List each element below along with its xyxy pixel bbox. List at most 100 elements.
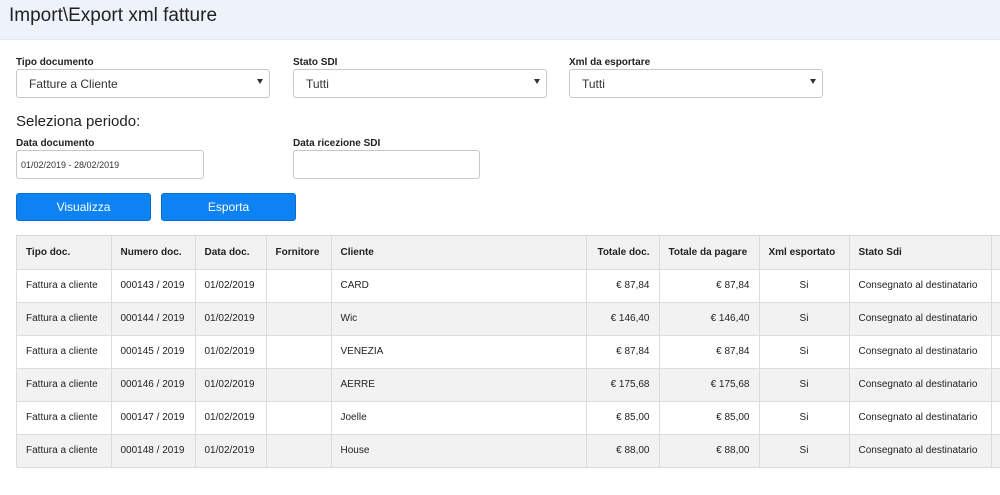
cell-extra	[991, 434, 1000, 468]
cell-xml-esportato: Si	[759, 335, 850, 369]
chevron-down-icon	[810, 79, 816, 84]
cell-tipo-doc: Fattura a cliente	[17, 269, 112, 303]
table-header-row: Tipo doc. Numero doc. Data doc. Fornitor…	[17, 236, 1000, 270]
cell-numero-doc: 000146 / 2019	[111, 368, 196, 402]
tipo-documento-value: Fatture a Cliente	[29, 77, 118, 91]
column-header-numero-doc[interactable]: Numero doc.	[111, 236, 196, 270]
cell-extra	[991, 401, 1000, 435]
cell-cliente: VENEZIA	[331, 335, 587, 369]
column-header-totale-da-pagare[interactable]: Totale da pagare	[659, 236, 760, 270]
stato-sdi-select[interactable]: Tutti	[293, 69, 547, 98]
cell-totale-da-pagare: € 175,68	[659, 368, 760, 402]
cell-tipo-doc: Fattura a cliente	[17, 302, 112, 336]
cell-data-doc: 01/02/2019	[195, 434, 267, 468]
column-header-fornitore[interactable]: Fornitore	[266, 236, 332, 270]
column-header-tipo-doc[interactable]: Tipo doc.	[17, 236, 112, 270]
cell-xml-esportato: Si	[759, 434, 850, 468]
cell-numero-doc: 000143 / 2019	[111, 269, 196, 303]
column-header-xml-esportato[interactable]: Xml esportato	[759, 236, 850, 270]
xml-da-esportare-value: Tutti	[582, 77, 605, 91]
cell-fornitore	[266, 335, 332, 369]
cell-stato-sdi: Consegnato al destinatario	[849, 269, 992, 303]
cell-cliente: AERRE	[331, 368, 587, 402]
cell-extra	[991, 302, 1000, 336]
table-row[interactable]: Fattura a cliente 000144 / 2019 01/02/20…	[17, 302, 1000, 336]
data-documento-value: 01/02/2019 - 28/02/2019	[21, 160, 120, 170]
cell-totale-doc: € 87,84	[586, 335, 660, 369]
cell-stato-sdi: Consegnato al destinatario	[849, 368, 992, 402]
table-row[interactable]: Fattura a cliente 000148 / 2019 01/02/20…	[17, 434, 1000, 468]
cell-tipo-doc: Fattura a cliente	[17, 368, 112, 402]
cell-fornitore	[266, 368, 332, 402]
column-header-cliente[interactable]: Cliente	[331, 236, 587, 270]
table-row[interactable]: Fattura a cliente 000146 / 2019 01/02/20…	[17, 368, 1000, 402]
top-bar: Import\Export xml fatture	[0, 0, 1000, 40]
cell-stato-sdi: Consegnato al destinatario	[849, 302, 992, 336]
cell-cliente: CARD	[331, 269, 587, 303]
data-documento-label: Data documento	[16, 138, 95, 149]
stato-sdi-label: Stato SDI	[293, 57, 338, 68]
cell-stato-sdi: Consegnato al destinatario	[849, 335, 992, 369]
data-ricezione-sdi-label: Data ricezione SDI	[293, 138, 381, 149]
cell-extra	[991, 335, 1000, 369]
cell-tipo-doc: Fattura a cliente	[17, 434, 112, 468]
cell-xml-esportato: Si	[759, 302, 850, 336]
xml-da-esportare-label: Xml da esportare	[569, 57, 651, 68]
table-row[interactable]: Fattura a cliente 000143 / 2019 01/02/20…	[17, 269, 1000, 303]
cell-cliente: House	[331, 434, 587, 468]
cell-fornitore	[266, 302, 332, 336]
cell-totale-da-pagare: € 85,00	[659, 401, 760, 435]
stato-sdi-value: Tutti	[306, 77, 329, 91]
cell-totale-da-pagare: € 146,40	[659, 302, 760, 336]
cell-totale-doc: € 146,40	[586, 302, 660, 336]
tipo-documento-select[interactable]: Fatture a Cliente	[16, 69, 270, 98]
visualizza-button[interactable]: Visualizza	[16, 193, 151, 221]
cell-totale-da-pagare: € 88,00	[659, 434, 760, 468]
cell-tipo-doc: Fattura a cliente	[17, 335, 112, 369]
cell-numero-doc: 000145 / 2019	[111, 335, 196, 369]
column-header-stato-sdi[interactable]: Stato Sdi	[849, 236, 992, 270]
chevron-down-icon	[257, 79, 263, 84]
page-title: Import\Export xml fatture	[9, 5, 218, 26]
column-header-extra	[991, 236, 1000, 270]
cell-xml-esportato: Si	[759, 368, 850, 402]
cell-data-doc: 01/02/2019	[195, 269, 267, 303]
cell-data-doc: 01/02/2019	[195, 401, 267, 435]
esporta-button[interactable]: Esporta	[161, 193, 296, 221]
data-ricezione-sdi-input[interactable]	[293, 150, 480, 179]
cell-fornitore	[266, 401, 332, 435]
cell-numero-doc: 000144 / 2019	[111, 302, 196, 336]
cell-stato-sdi: Consegnato al destinatario	[849, 434, 992, 468]
cell-data-doc: 01/02/2019	[195, 335, 267, 369]
column-header-data-doc[interactable]: Data doc.	[195, 236, 267, 270]
cell-data-doc: 01/02/2019	[195, 302, 267, 336]
cell-xml-esportato: Si	[759, 401, 850, 435]
chevron-down-icon	[534, 79, 540, 84]
cell-totale-doc: € 85,00	[586, 401, 660, 435]
cell-stato-sdi: Consegnato al destinatario	[849, 401, 992, 435]
cell-data-doc: 01/02/2019	[195, 368, 267, 402]
period-section-title: Seleziona periodo:	[16, 113, 141, 130]
data-documento-input[interactable]: 01/02/2019 - 28/02/2019	[16, 150, 204, 179]
cell-totale-da-pagare: € 87,84	[659, 335, 760, 369]
cell-totale-doc: € 88,00	[586, 434, 660, 468]
cell-numero-doc: 000147 / 2019	[111, 401, 196, 435]
cell-totale-doc: € 87,84	[586, 269, 660, 303]
cell-fornitore	[266, 269, 332, 303]
tipo-documento-label: Tipo documento	[16, 57, 94, 68]
column-header-totale-doc[interactable]: Totale doc.	[586, 236, 660, 270]
cell-totale-da-pagare: € 87,84	[659, 269, 760, 303]
cell-fornitore	[266, 434, 332, 468]
cell-extra	[991, 368, 1000, 402]
cell-cliente: Wic	[331, 302, 587, 336]
xml-da-esportare-select[interactable]: Tutti	[569, 69, 823, 98]
table-row[interactable]: Fattura a cliente 000145 / 2019 01/02/20…	[17, 335, 1000, 369]
table-row[interactable]: Fattura a cliente 000147 / 2019 01/02/20…	[17, 401, 1000, 435]
cell-totale-doc: € 175,68	[586, 368, 660, 402]
cell-xml-esportato: Si	[759, 269, 850, 303]
cell-tipo-doc: Fattura a cliente	[17, 401, 112, 435]
invoices-table: Tipo doc. Numero doc. Data doc. Fornitor…	[16, 235, 1000, 468]
cell-cliente: Joelle	[331, 401, 587, 435]
cell-numero-doc: 000148 / 2019	[111, 434, 196, 468]
cell-extra	[991, 269, 1000, 303]
